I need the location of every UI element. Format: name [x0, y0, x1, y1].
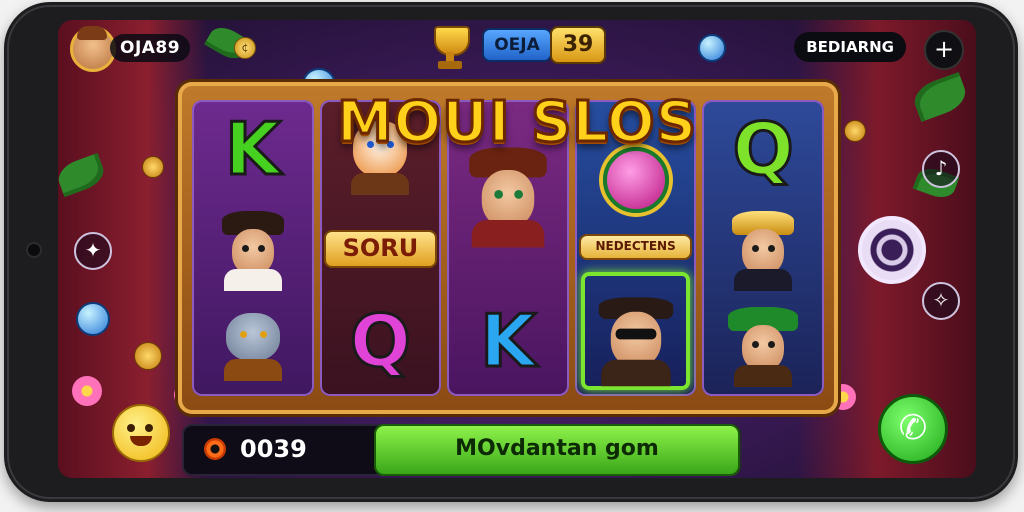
music-note-icon[interactable]: ♪	[922, 150, 960, 188]
bonus-button[interactable]: BEDIARNG	[794, 32, 906, 62]
symbol-gnome-wizard	[198, 200, 308, 291]
orb-icon	[76, 302, 110, 336]
player-name: OJA89	[110, 34, 191, 62]
coin-icon	[134, 342, 162, 370]
symbol-green-hat-man	[708, 296, 818, 387]
symbol-emblem-label: NEDECTENS	[578, 234, 693, 260]
reel-5[interactable]: Q	[702, 100, 824, 396]
orb-icon	[698, 34, 726, 62]
reel-1[interactable]: K	[192, 100, 314, 396]
phone-frame: OJA89 ¢ OEJA 39 BEDIARNG + ✦ ♪ ✧ K SORU …	[4, 2, 1018, 502]
flower-decoration	[72, 376, 102, 406]
level-label: OEJA	[482, 28, 552, 62]
symbol-q-green: Q	[731, 107, 795, 191]
sparkle-button[interactable]: ✦	[74, 232, 112, 270]
bet-value: 0039	[240, 435, 307, 463]
level-value: 39	[550, 26, 606, 64]
symbol-gold-helmet-woman	[708, 200, 818, 291]
symbol-gray-cat	[198, 296, 308, 386]
symbol-k: K	[223, 107, 282, 191]
coin-icon	[142, 156, 164, 178]
symbol-sunglasses-man	[581, 272, 691, 390]
coin-icon: ¢	[234, 37, 256, 59]
sparkle-icon[interactable]: ✧	[922, 282, 960, 320]
smiley-icon[interactable]	[112, 404, 170, 462]
game-screen: OJA89 ¢ OEJA 39 BEDIARNG + ✦ ♪ ✧ K SORU …	[58, 20, 976, 478]
phone-icon[interactable]: ✆	[878, 394, 948, 464]
trophy-icon	[424, 24, 476, 70]
camera-icon	[26, 242, 42, 258]
record-icon[interactable]	[204, 438, 226, 460]
game-title: MOUI SLOS	[335, 89, 698, 157]
symbol-k-blue: K	[479, 299, 538, 383]
spiral-icon[interactable]	[858, 216, 926, 284]
spin-button[interactable]: MOvdantan gom	[374, 424, 740, 476]
coin-icon	[844, 120, 866, 142]
symbol-q: Q	[348, 299, 412, 383]
gear-icon[interactable]: +	[924, 30, 964, 70]
symbol-soru-badge: SORU	[323, 230, 438, 268]
